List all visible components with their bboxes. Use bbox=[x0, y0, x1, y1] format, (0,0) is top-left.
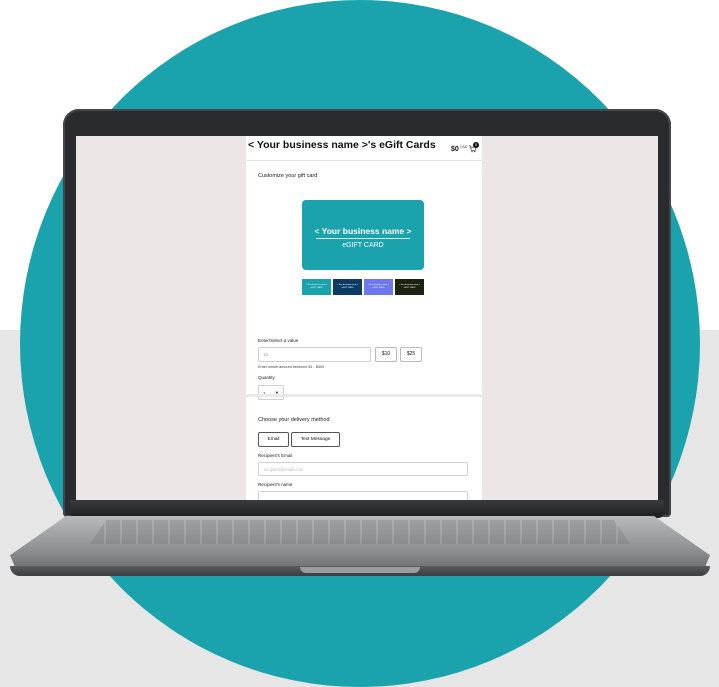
recipient-email-input[interactable]: recipient@email.com bbox=[258, 462, 468, 476]
page-title: < Your business name >'s eGift Cards bbox=[248, 139, 436, 151]
value-hint: Enter whole amount between $1 - $500 bbox=[258, 365, 325, 369]
cart-count-badge: 0 bbox=[473, 142, 479, 148]
laptop-keyboard-edge bbox=[90, 520, 630, 544]
delivery-section: Choose your delivery method Email Text M… bbox=[246, 398, 482, 500]
design-option-2[interactable]: < Your business name > eGIFT CARD bbox=[333, 279, 362, 295]
laptop-screen: < Your business name >'s eGift Cards $0 … bbox=[76, 136, 658, 500]
page-header: < Your business name >'s eGift Cards $0 … bbox=[246, 136, 482, 161]
delivery-heading: Choose your delivery method bbox=[258, 417, 330, 423]
laptop-open-notch bbox=[300, 567, 420, 573]
card-business-name: < Your business name > bbox=[314, 226, 412, 236]
recipient-name-input[interactable] bbox=[258, 491, 468, 500]
design-option-sub: eGIFT CARD bbox=[341, 286, 354, 289]
gift-card-page: < Your business name >'s eGift Cards $0 … bbox=[246, 136, 482, 500]
value-label: Enter/Select a value bbox=[258, 338, 299, 343]
customize-heading: Customize your gift card bbox=[258, 173, 318, 179]
quantity-label: Quantity bbox=[258, 375, 275, 380]
laptop-hinge bbox=[70, 500, 664, 518]
email-tab-button[interactable]: Email bbox=[258, 432, 289, 447]
customize-section: Customize your gift card < Your business… bbox=[246, 162, 482, 400]
design-option-sub: eGIFT CARD bbox=[372, 286, 385, 289]
cart-total: $0 bbox=[451, 146, 459, 153]
card-divider bbox=[316, 238, 410, 239]
card-type-label: eGIFT CARD bbox=[342, 242, 384, 249]
design-option-sub: eGIFT CARD bbox=[403, 286, 416, 289]
design-option-3[interactable]: < Your business name > eGIFT CARD bbox=[364, 279, 393, 295]
cart-currency: CAD bbox=[460, 145, 468, 149]
section-divider bbox=[246, 394, 482, 397]
design-option-sub: eGIFT CARD bbox=[310, 286, 323, 289]
text-message-tab-button[interactable]: Text Message bbox=[291, 432, 340, 447]
recipient-email-label: Recipient's Email bbox=[258, 453, 293, 458]
preset-10-button[interactable]: $10 bbox=[375, 347, 397, 362]
recipient-name-label: Recipient's name bbox=[258, 482, 293, 487]
gift-card-preview: < Your business name > eGIFT CARD bbox=[302, 200, 424, 270]
value-input[interactable]: 10 bbox=[258, 347, 371, 362]
preset-25-button[interactable]: $25 bbox=[400, 347, 422, 362]
design-option-4[interactable]: < Your business name > eGIFT CARD bbox=[395, 279, 424, 295]
design-option-1[interactable]: < Your business name > eGIFT CARD bbox=[302, 279, 331, 295]
